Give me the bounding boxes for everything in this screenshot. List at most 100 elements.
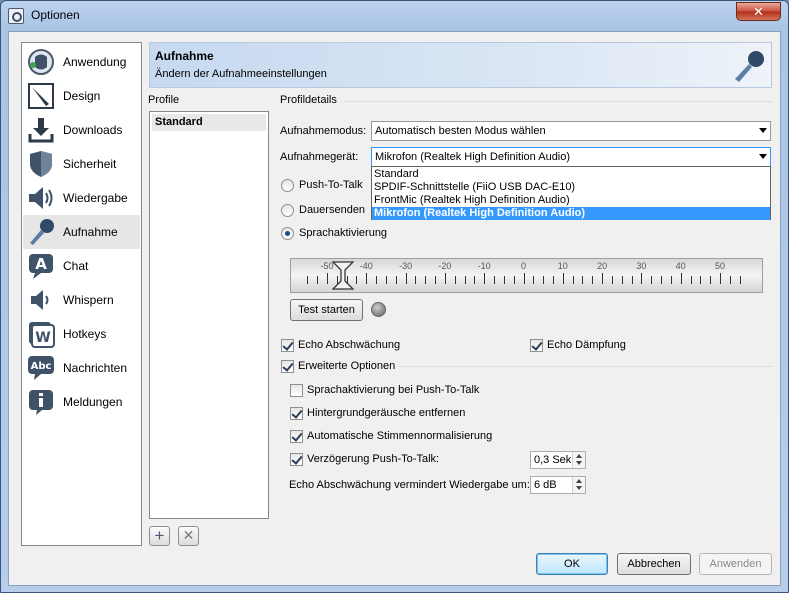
sidebar-item-hotkeys[interactable]: W Hotkeys [23,317,140,351]
meter-tick [307,276,309,284]
meter-tick [327,273,328,284]
microphone-icon [735,51,764,82]
whisper-icon [31,290,49,310]
messages-icon: Abc [28,356,54,380]
spin-arrows-icon[interactable] [572,452,585,468]
device-label: Aufnahmegerät: [280,151,359,163]
meter-tick-label: -50 [320,261,334,271]
dialog-body: Anwendung Design Downloads Sicherheit Wi… [8,31,781,586]
meter-tick [621,276,623,284]
dropdown-option[interactable]: Standard [372,168,770,181]
sidebar-item-label: Design [63,89,101,103]
normalization-label: Automatische Stimmennormalisierung [307,430,493,442]
meter-tick [513,276,515,284]
ptt-delay-spinbox[interactable]: 0,3 Sek [530,451,586,469]
sidebar-item-anwendung[interactable]: Anwendung [23,45,140,79]
meter-tick [484,273,486,284]
voice-activation-label: Sprachaktivierung [299,227,388,239]
meter-tick-label: 20 [597,261,608,271]
normalization-checkbox[interactable] [290,430,303,443]
microphone-icon [30,219,54,245]
window-title: Optionen [31,8,80,22]
options-window: Optionen ✕ Anwendung Design Downloads Si… [0,0,789,593]
remove-profile-button[interactable]: ✕ [178,526,199,546]
noise-removal-checkbox[interactable] [290,407,303,420]
sidebar-item-design[interactable]: Design [23,79,140,113]
meter-tick [631,276,633,284]
ok-button[interactable]: OK [536,553,608,575]
meter-tick [405,273,407,284]
push-to-talk-label: Push-To-Talk [299,179,363,191]
meter-tick-label: 40 [675,261,686,271]
sidebar-item-label: Sicherheit [63,157,117,171]
sidebar-item-wiedergabe[interactable]: Wiedergabe [23,181,140,215]
echo-reduce-spinbox[interactable]: 6 dB [530,476,586,494]
sidebar-item-nachrichten[interactable]: Abc Nachrichten [23,351,140,385]
dropdown-option-selected[interactable]: Mikrofon (Realtek High Definition Audio) [372,207,770,220]
echo-reduction-checkbox[interactable] [281,339,294,352]
echo-reduce-amount-label: Echo Abschwächung vermindert Wiedergabe … [289,479,530,491]
speaker-icon [29,187,53,209]
meter-tick [503,276,505,284]
advanced-options-checkbox[interactable] [281,360,294,373]
mode-label: Aufnahmemodus: [280,125,367,137]
sidebar-item-label: Hotkeys [63,327,107,341]
push-to-talk-radio[interactable] [281,179,294,192]
meter-tick [661,276,663,284]
page-title: Aufnahme [155,49,214,63]
page-subtitle: Ändern der Aufnahmeeinstellungen [155,68,327,80]
meter-tick [376,276,378,284]
device-dropdown-list: Standard SPDIF-Schnittstelle (FiiO USB D… [371,166,771,220]
dropdown-option[interactable]: FrontMic (Realtek High Definition Audio) [372,194,770,207]
profile-list: Standard [149,111,269,519]
list-item[interactable]: Standard [152,114,266,131]
device-select[interactable]: Mikrofon (Realtek High Definition Audio) [371,147,771,167]
sidebar-item-meldungen[interactable]: Meldungen [23,385,140,419]
add-profile-button[interactable]: + [149,526,170,546]
meter-tick [435,276,437,284]
meter-tick [415,276,417,284]
cancel-button[interactable]: Abbrechen [617,553,691,575]
divider [398,366,772,367]
meter-tick [356,276,358,284]
mode-select[interactable]: Automatisch besten Modus wählen [371,121,771,141]
sidebar-item-aufnahme[interactable]: Aufnahme [23,215,140,249]
meter-tick [543,276,545,284]
meter-tick [444,273,446,284]
meter-tick [317,276,319,284]
meter-tick-label: 30 [636,261,647,271]
svg-text:W: W [35,330,50,346]
dropdown-option[interactable]: SPDIF-Schnittstelle (FiiO USB DAC-E10) [372,181,770,194]
echo-cancel-checkbox[interactable] [530,339,543,352]
meter-tick-label: 0 [520,261,527,271]
meter-tick-label: -10 [477,261,491,271]
sidebar-item-sicherheit[interactable]: Sicherheit [23,147,140,181]
teamspeak-logo-icon [28,49,54,75]
voice-activation-radio[interactable] [281,227,294,240]
close-button[interactable]: ✕ [736,2,781,21]
meter-tick [739,276,741,284]
ptt-delay-checkbox[interactable] [290,453,303,466]
chat-icon: A [29,254,53,279]
meter-tick [523,273,525,284]
voice-on-ptt-checkbox[interactable] [290,384,303,397]
sidebar-item-downloads[interactable]: Downloads [23,113,140,147]
sidebar-item-label: Meldungen [63,395,123,409]
threshold-slider-handle[interactable] [331,261,354,290]
sidebar-item-whispern[interactable]: Whispern [23,283,140,317]
sidebar-item-chat[interactable]: A Chat [23,249,140,283]
continuous-radio[interactable] [281,204,294,217]
download-icon [28,118,54,143]
meter-tick [454,276,456,284]
sidebar-item-label: Aufnahme [63,225,118,239]
ptt-delay-value: 0,3 Sek [534,454,572,466]
meter-tick [562,273,564,284]
test-start-button[interactable]: Test starten [290,299,363,321]
title-bar[interactable]: Optionen ✕ [1,1,788,31]
spin-arrows-icon[interactable] [572,477,585,493]
voice-level-meter[interactable]: -50 -40 -30 -20 -10 0 10 20 30 40 50 [290,258,763,293]
meter-tick [680,273,682,284]
meter-tick [710,276,712,284]
apply-button[interactable]: Anwenden [699,553,772,575]
meter-tick [641,273,643,284]
